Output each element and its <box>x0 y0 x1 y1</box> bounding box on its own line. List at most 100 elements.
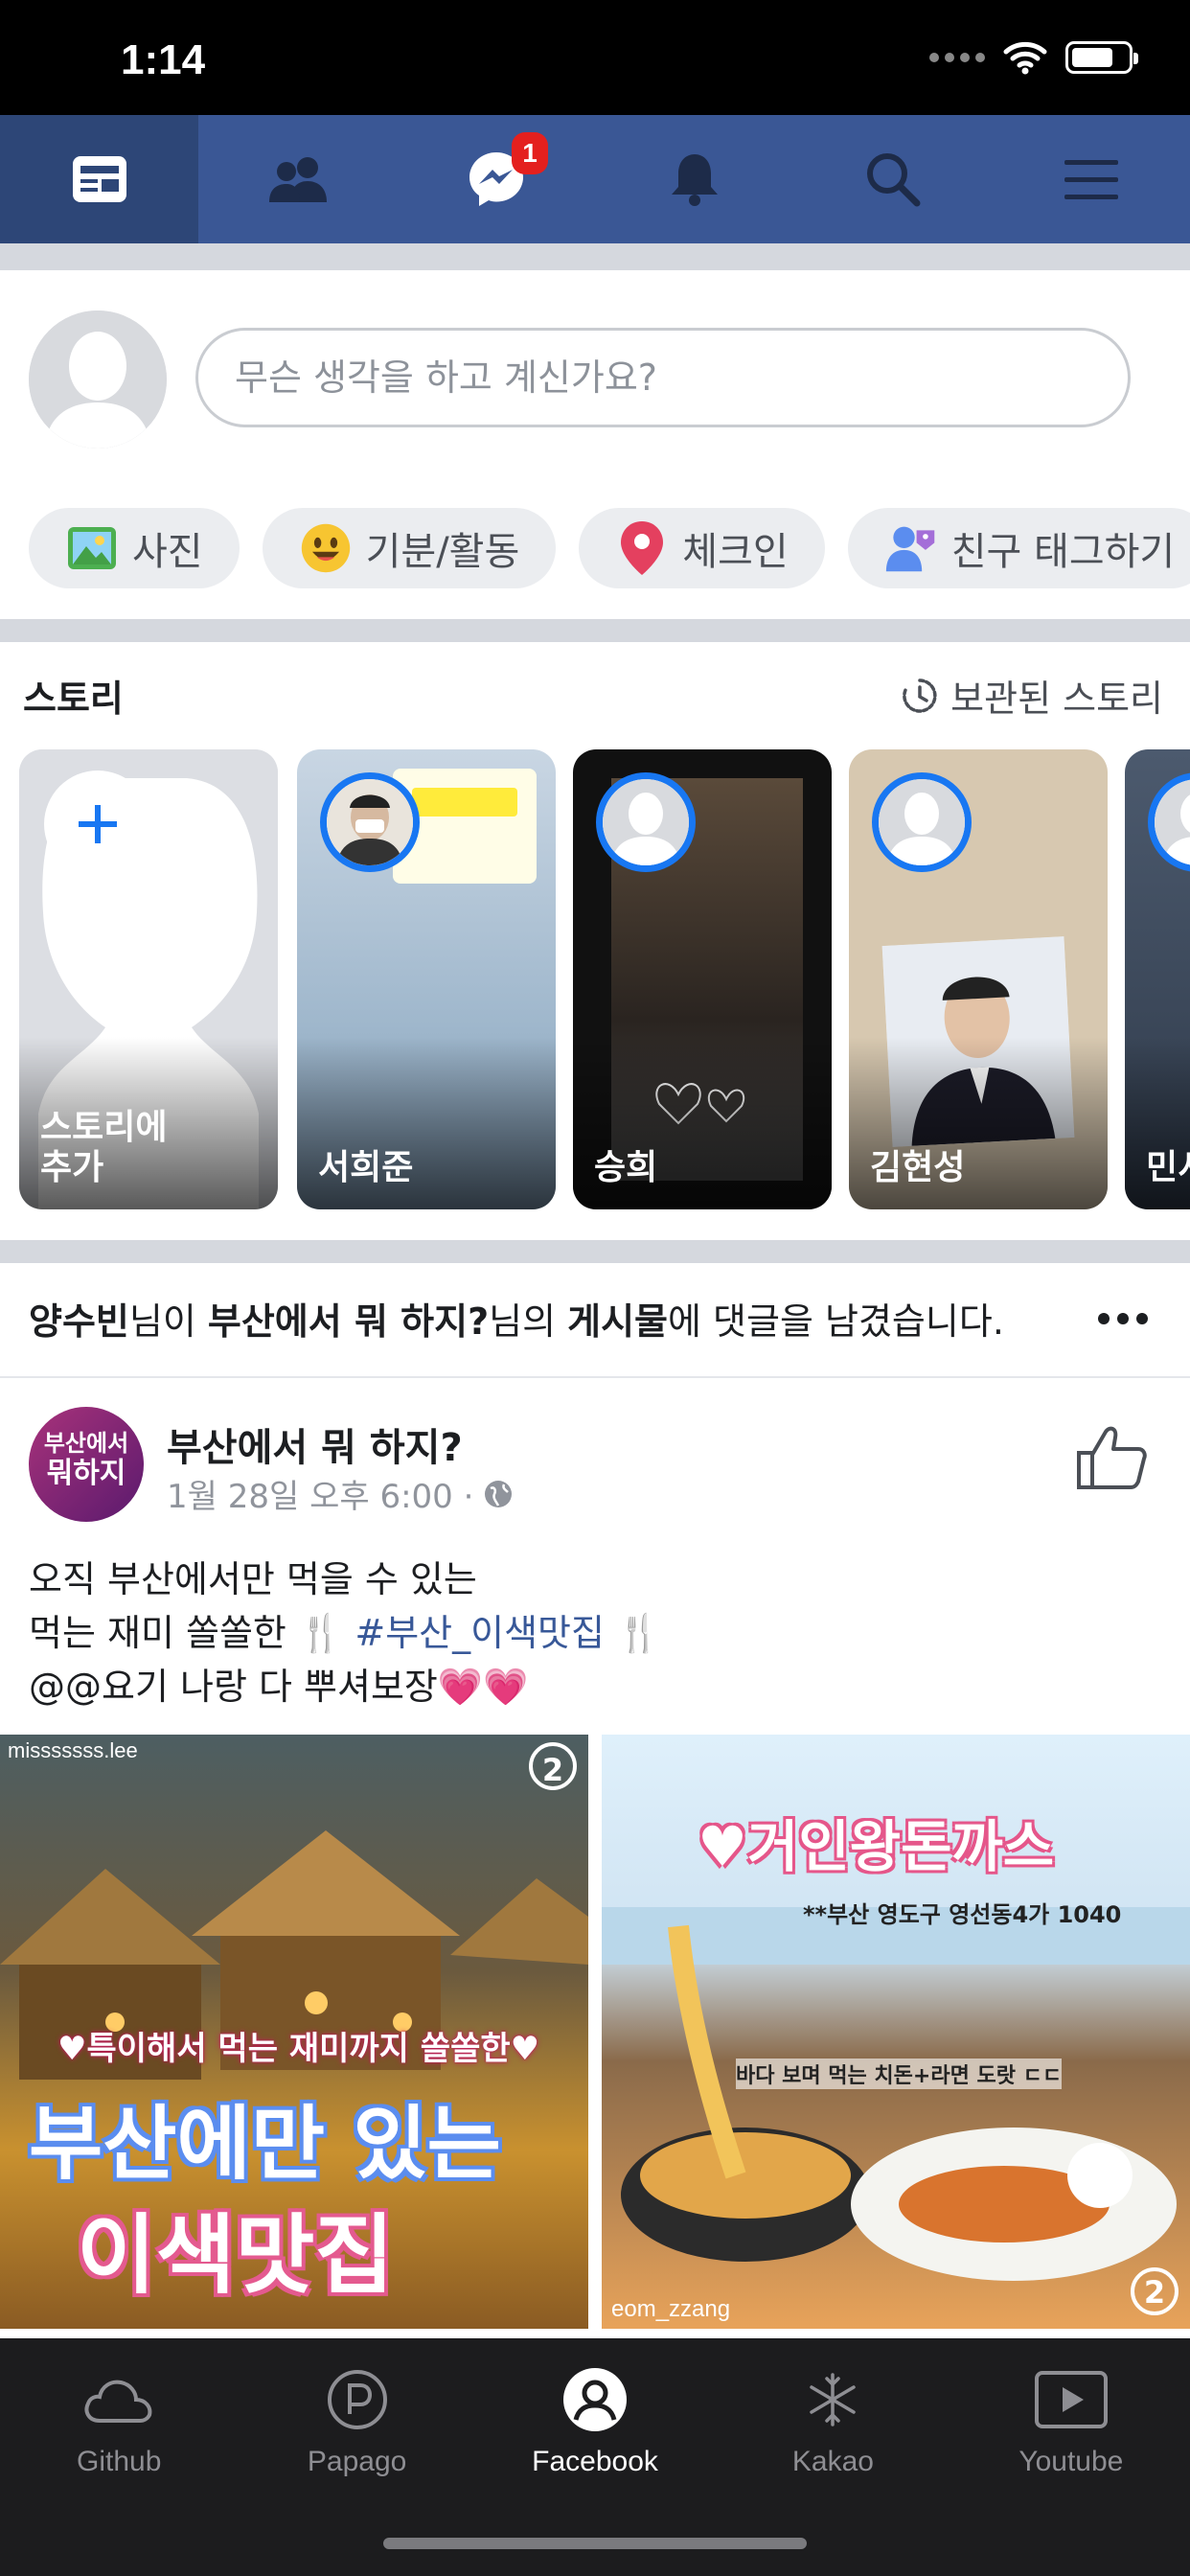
stories-title: 스토리 <box>23 678 124 720</box>
hashtag-link[interactable]: #부산_이색맛집 <box>355 1612 605 1654</box>
story-name: 서희준 <box>318 1148 414 1187</box>
battery-icon <box>1065 41 1138 74</box>
divider <box>0 619 1190 642</box>
profile-icon <box>563 2368 628 2431</box>
story-avatar <box>1148 772 1190 872</box>
page-avatar[interactable]: 부산에서 뭐하지 <box>29 1407 144 1522</box>
chip-checkin-label: 체크인 <box>682 530 789 574</box>
smiley-icon <box>299 521 353 575</box>
globe-icon <box>485 1480 513 1507</box>
nav-news-feed[interactable] <box>0 115 198 243</box>
photo-count-badge: 2 <box>1131 2267 1179 2315</box>
page-name[interactable]: 부산에서 뭐 하지? <box>167 1416 463 1472</box>
post-text-line: 먹는 재미 쏠쏠한 🍴 #부산_이색맛집 🍴 <box>29 1612 662 1654</box>
activity-user[interactable]: 양수빈 <box>29 1300 129 1343</box>
home-indicator[interactable] <box>383 2538 807 2549</box>
story-card[interactable]: 승희 <box>573 749 832 1209</box>
news-feed-icon <box>72 156 126 202</box>
tab-label: Facebook <box>532 2446 658 2477</box>
status-bar: 1:14 <box>0 0 1190 115</box>
post-photo-1[interactable]: misssssss.lee 2 ♥특이해서 먹는 재미까지 쏠쏠한♥ 부산에만 … <box>0 1735 588 2329</box>
photo-icon <box>65 521 119 575</box>
search-icon <box>866 153 920 207</box>
create-story-card[interactable]: 스토리에 추가 <box>19 749 278 1209</box>
my-avatar[interactable] <box>29 310 167 448</box>
chip-checkin[interactable]: 체크인 <box>579 508 825 588</box>
whats-on-your-mind-input[interactable]: 무슨 생각을 하고 계신가요? <box>195 328 1131 427</box>
person-photo-icon <box>327 779 413 865</box>
facebook-top-nav: 1 <box>0 115 1190 243</box>
tab-label: Kakao <box>791 2446 874 2477</box>
activity-page[interactable]: 부산에서 뭐 하지? <box>208 1300 489 1343</box>
photo-caption-small: ♥특이해서 먹는 재미까지 쏠쏠한♥ <box>57 2030 540 2068</box>
hamburger-menu-icon <box>1064 160 1118 199</box>
nav-search[interactable] <box>793 115 992 243</box>
signal-icon <box>929 53 985 62</box>
default-profile-icon <box>1155 779 1190 865</box>
chip-tag-friends[interactable]: 친구 태그하기 <box>847 508 1190 588</box>
more-options-icon[interactable] <box>1098 1313 1148 1324</box>
story-avatar <box>320 772 420 872</box>
nav-menu[interactable] <box>992 115 1190 243</box>
nav-notifications[interactable] <box>595 115 793 243</box>
default-profile-icon <box>29 310 167 448</box>
cloud-icon <box>84 2380 152 2423</box>
plus-icon <box>79 805 117 843</box>
chip-tag-friends-label: 친구 태그하기 <box>950 530 1176 574</box>
composer-actions: 사진 기분/활동 체크인 친구 태그하기 <box>29 508 1190 588</box>
tab-label: Papago <box>307 2446 407 2477</box>
clock-archive-icon <box>903 678 937 713</box>
nav-friends[interactable] <box>198 115 397 243</box>
photo-caption-line2: 이색맛집 <box>77 2205 395 2306</box>
post-timestamp[interactable]: 1월 28일 오후 6:00 · <box>167 1470 514 1517</box>
divider <box>0 1240 1190 1263</box>
status-time: 1:14 <box>121 36 206 83</box>
chip-feeling[interactable]: 기분/활동 <box>262 508 557 588</box>
bell-icon <box>671 154 718 206</box>
post-header: 부산에서 뭐하지 부산에서 뭐 하지? 1월 28일 오후 6:00 · <box>0 1380 1190 1533</box>
tab-label: Github <box>77 2446 162 2477</box>
default-profile-icon <box>603 779 689 865</box>
post-text-line: 오직 부산에서만 먹을 수 있는 <box>29 1558 477 1600</box>
tab-github[interactable]: Github <box>0 2338 238 2576</box>
stories-header: 스토리 보관된 스토리 <box>0 642 1190 744</box>
location-pin-icon <box>615 521 669 575</box>
activity-target[interactable]: 게시물 <box>567 1300 668 1343</box>
play-video-icon <box>1034 2371 1108 2428</box>
tab-youtube[interactable]: Youtube <box>952 2338 1190 2576</box>
photo-count-badge: 2 <box>529 1742 577 1790</box>
nav-messenger[interactable]: 1 <box>397 115 595 243</box>
story-name: 김현성 <box>870 1148 966 1187</box>
story-name: 민서 <box>1146 1148 1190 1187</box>
archived-stories-link[interactable]: 보관된 스토리 <box>901 669 1163 722</box>
story-card[interactable]: 김현성 <box>849 749 1108 1209</box>
story-avatar <box>872 772 972 872</box>
tag-friend-icon <box>884 521 938 575</box>
photo-credit: misssssss.lee <box>8 1738 138 1762</box>
chip-photo[interactable]: 사진 <box>29 508 240 588</box>
messenger-badge: 1 <box>512 132 548 174</box>
photo-credit: eom_zzang <box>611 2296 731 2322</box>
post-text-line: @@요기 나랑 다 뿌셔보장💗💗 <box>29 1666 529 1708</box>
archived-stories-label: 보관된 스토리 <box>950 678 1163 720</box>
create-story-label: 스토리에 추가 <box>40 1108 168 1187</box>
tab-label: Youtube <box>1018 2446 1124 2477</box>
stories-row: 스토리에추가 서희준 승희 김현성 민서 <box>19 749 1190 1209</box>
add-story-button[interactable] <box>44 770 151 878</box>
status-indicators <box>929 40 1138 75</box>
thumbs-up-icon <box>1077 1426 1147 1489</box>
story-card[interactable]: 서희준 <box>297 749 556 1209</box>
photo-caption-line1: 부산에만 있는 <box>29 2097 501 2191</box>
like-button[interactable] <box>1075 1424 1148 1495</box>
story-card[interactable]: 민서 <box>1125 749 1190 1209</box>
page-avatar-text: 부산에서 뭐하지 <box>43 1430 129 1490</box>
activity-text: 양수빈님이 부산에서 뭐 하지?님의 게시물에 댓글을 남겼습니다. <box>29 1300 1004 1343</box>
divider <box>0 243 1190 270</box>
activity-header: 양수빈님이 부산에서 뭐 하지?님의 게시물에 댓글을 남겼습니다. <box>0 1263 1190 1378</box>
post-photo-2[interactable]: ♥거인왕돈까스 **부산 영도구 영선동4가 1040 바다 보며 먹는 치돈+… <box>602 1735 1190 2329</box>
photo-caption-address: **부산 영도구 영선동4가 1040 <box>803 1901 1122 1928</box>
photo-caption-title: ♥거인왕돈까스 <box>698 1814 1055 1879</box>
story-content-highlight <box>412 788 517 816</box>
post-text: 오직 부산에서만 먹을 수 있는 먹는 재미 쏠쏠한 🍴 #부산_이색맛집 🍴 … <box>29 1552 661 1714</box>
post-composer: 무슨 생각을 하고 계신가요? 사진 기분/활동 체크인 친구 태그하기 <box>0 270 1190 596</box>
